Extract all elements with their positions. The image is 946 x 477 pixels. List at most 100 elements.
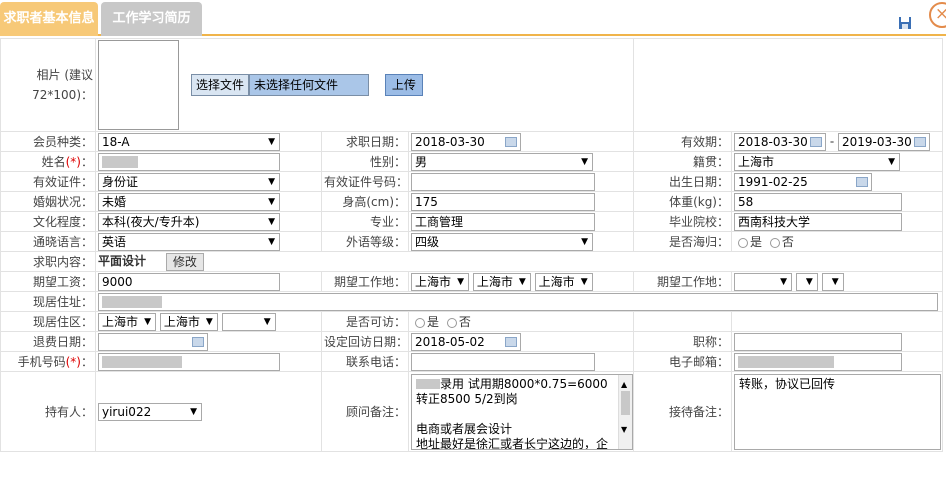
area-select-2[interactable]: 上海市 ▼ <box>159 312 218 331</box>
photo-cell: 选择文件 未选择任何文件 上传 <box>95 38 634 132</box>
validity-from-input[interactable]: 2018-03-30 <box>734 132 826 151</box>
id-type-select[interactable]: 身份证 ▼ <box>98 172 280 191</box>
revisit-date-label: 设定回访日期： <box>321 331 409 352</box>
work-place-2-label: 期望工作地： <box>633 271 732 292</box>
birth-date-input[interactable]: 1991-02-25 <box>734 172 872 191</box>
address-label: 现居住址： <box>0 291 96 312</box>
name-input[interactable] <box>98 152 280 171</box>
work-place-select-2[interactable]: 上海市 ▼ <box>472 272 531 291</box>
weight-label: 体重(kg)： <box>633 191 732 212</box>
birth-date-label: 出生日期： <box>633 171 732 192</box>
work-place-select-3[interactable]: 上海市 ▼ <box>534 272 593 291</box>
mobile-input[interactable] <box>98 352 280 371</box>
major-input[interactable]: 工商管理 <box>411 212 595 231</box>
job-content-value: 平面设计 <box>98 254 147 269</box>
file-name-text: 未选择任何文件 <box>249 74 370 96</box>
marital-select[interactable]: 未婚 ▼ <box>98 192 280 211</box>
id-number-label: 有效证件号码： <box>321 171 409 192</box>
work-place-2-select-2[interactable]: ▼ <box>795 272 818 291</box>
member-type-select[interactable]: 18-A ▼ <box>98 132 280 151</box>
school-input[interactable]: 西南科技大学 <box>734 212 902 231</box>
visit-no-radio[interactable] <box>446 317 457 328</box>
overseas-yes-radio[interactable] <box>738 237 748 248</box>
origin-select[interactable]: 上海市 ▼ <box>734 152 900 171</box>
salary-label: 期望工资： <box>0 271 96 292</box>
member-type-label: 会员种类： <box>0 131 96 152</box>
close-icon[interactable]: × <box>929 2 946 28</box>
tab-bar: 求职者基本信息 工作学习简历 × <box>0 0 946 36</box>
consultant-note-scrollbar[interactable]: ▲ ▼ <box>618 374 632 449</box>
job-title-label: 职称： <box>633 331 732 352</box>
reception-note-label: 接待备注： <box>633 371 732 452</box>
phone-label: 联系电话： <box>321 351 409 372</box>
height-input[interactable]: 175 <box>411 192 595 211</box>
visit-label: 是否可访： <box>321 311 409 332</box>
area-label: 现居住区： <box>0 311 96 332</box>
language-select[interactable]: 英语 ▼ <box>98 232 280 251</box>
consultant-note-textarea[interactable]: 录用 试用期8000*0.75=6000 转正8500 5/2到岗 电商或者展会… <box>411 373 633 450</box>
job-content-label: 求职内容： <box>0 251 96 272</box>
marital-label: 婚姻状况： <box>0 191 96 212</box>
reception-note-textarea[interactable]: 转账，协议已回传 <box>734 373 941 450</box>
area-select-3[interactable]: ▼ <box>221 312 276 331</box>
email-label: 电子邮箱： <box>633 351 732 372</box>
mobile-label: 手机号码(*)： <box>0 351 96 372</box>
save-icon[interactable] <box>898 16 912 30</box>
refund-date-input[interactable] <box>98 332 208 351</box>
upload-button[interactable]: 上传 <box>384 74 423 96</box>
height-label: 身高(cm)： <box>321 191 409 212</box>
gender-select[interactable]: 男 ▼ <box>411 152 593 171</box>
modify-button[interactable]: 修改 <box>165 252 204 271</box>
calendar-icon[interactable] <box>505 336 517 347</box>
overseas-radio-group: 是 否 <box>731 231 943 252</box>
visit-no-label: 否 <box>458 315 471 329</box>
visit-yes-radio[interactable] <box>415 317 425 328</box>
photo-preview <box>98 40 179 130</box>
language-label: 通晓语言： <box>0 231 96 252</box>
refund-date-label: 退费日期： <box>0 331 96 352</box>
job-title-input[interactable] <box>734 332 902 351</box>
photo-label: 相片 (建议72*100)： <box>0 38 96 132</box>
education-select[interactable]: 本科(夜大/专升本) ▼ <box>98 212 280 231</box>
id-number-input[interactable] <box>411 172 595 191</box>
holder-select[interactable]: yirui022 ▼ <box>98 402 202 421</box>
calendar-icon[interactable] <box>856 176 868 187</box>
validity-separator: - <box>829 134 835 148</box>
work-place-label: 期望工作地： <box>321 271 409 292</box>
phone-input[interactable] <box>411 352 595 371</box>
language-level-label: 外语等级： <box>321 231 409 252</box>
tab-basic-info[interactable]: 求职者基本信息 <box>0 2 98 36</box>
id-type-label: 有效证件： <box>0 171 96 192</box>
applicant-form: 相片 (建议72*100)： 选择文件 未选择任何文件 上传 会员种类： 18-A… <box>0 38 943 452</box>
overseas-no-label: 否 <box>781 235 794 249</box>
address-input[interactable] <box>98 292 938 311</box>
origin-label: 籍贯： <box>633 151 732 172</box>
education-label: 文化程度： <box>0 211 96 232</box>
visit-radio-group: 是 否 <box>408 311 634 332</box>
apply-date-input[interactable]: 2018-03-30 <box>411 132 521 151</box>
overseas-yes-label: 是 <box>750 235 763 249</box>
gender-label: 性别： <box>321 151 409 172</box>
school-label: 毕业院校： <box>633 211 732 232</box>
revisit-date-input[interactable]: 2018-05-02 <box>411 332 521 351</box>
calendar-icon[interactable] <box>810 136 822 147</box>
work-place-2-select-3[interactable]: ▼ <box>821 272 844 291</box>
calendar-icon[interactable] <box>505 136 517 147</box>
overseas-no-radio[interactable] <box>769 237 780 248</box>
email-input[interactable] <box>734 352 902 371</box>
calendar-icon[interactable] <box>192 336 204 347</box>
area-select-1[interactable]: 上海市 ▼ <box>98 312 156 331</box>
work-place-select-1[interactable]: 上海市 ▼ <box>411 272 469 291</box>
work-place-2-select-1[interactable]: ▼ <box>734 272 792 291</box>
tab-work-history[interactable]: 工作学习简历 <box>101 2 202 36</box>
weight-input[interactable]: 58 <box>734 192 902 211</box>
validity-label: 有效期： <box>633 131 732 152</box>
calendar-icon[interactable] <box>914 136 926 147</box>
validity-to-input[interactable]: 2019-03-30 <box>838 132 930 151</box>
language-level-select[interactable]: 四级 ▼ <box>411 232 593 251</box>
choose-file-button[interactable]: 选择文件 <box>191 74 250 96</box>
holder-label: 持有人： <box>0 371 96 452</box>
salary-input[interactable]: 9000 <box>98 272 280 291</box>
name-label: 姓名(*)： <box>0 151 96 172</box>
visit-yes-label: 是 <box>427 315 440 329</box>
